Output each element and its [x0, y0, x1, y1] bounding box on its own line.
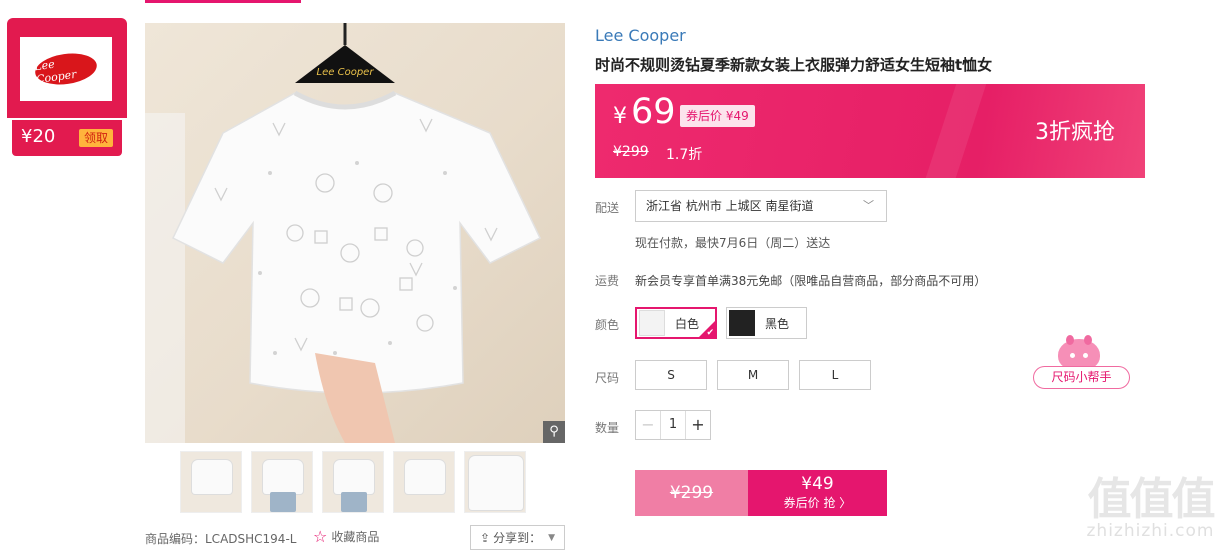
color-option-label: 黑色 — [765, 316, 790, 331]
main-product-image[interactable]: Lee Cooper ⚲ — [145, 23, 565, 443]
currency-symbol: ¥ — [613, 104, 627, 129]
buy-price: ¥49 — [801, 474, 834, 494]
hanger-logo-text: Lee Cooper — [317, 67, 375, 78]
tshirt-illustration: Lee Cooper — [145, 23, 541, 443]
brand-coupon-card[interactable]: Lee Cooper ¥20 领取 — [7, 18, 127, 156]
watermark-logo: 值值值 — [1087, 474, 1216, 525]
brand-link[interactable]: Lee Cooper — [595, 26, 686, 45]
coupon-value: ¥20 — [21, 126, 56, 147]
color-option-black[interactable]: 黑色 — [726, 307, 807, 339]
quantity-stepper: − 1 + — [635, 410, 711, 440]
delivery-label: 配送 — [595, 201, 620, 215]
quantity-decrease-button[interactable]: − — [636, 411, 661, 439]
delivery-estimate: 现在付款，最快7月6日（周二）送达 — [635, 236, 831, 250]
size-helper[interactable]: 尺码小帮手 — [1033, 335, 1130, 390]
favorite-button[interactable]: ☆ 收藏商品 — [313, 528, 379, 545]
lee-cooper-logo-mark: Lee Cooper — [33, 49, 99, 89]
site-watermark: 值值值 zhizhizhi.com — [1078, 474, 1223, 542]
share-icon: ⇪ — [480, 530, 491, 545]
star-icon: ☆ — [313, 526, 328, 546]
chevron-down-icon: ﹀ — [863, 199, 874, 212]
caret-down-icon: ▼ — [548, 532, 555, 543]
buy-original-price: ¥299 — [635, 470, 748, 516]
magnifier-icon[interactable]: ⚲ — [543, 421, 565, 443]
promo-headline: 3折疯抢 — [1035, 120, 1115, 145]
share-dropdown[interactable]: ⇪ 分享到： ▼ — [470, 525, 565, 550]
original-price: ¥299 — [613, 144, 649, 160]
color-option-white[interactable]: 白色 ✔ — [635, 307, 717, 339]
color-swatch-white — [639, 310, 665, 336]
claim-coupon-button[interactable]: 领取 — [79, 129, 113, 147]
watermark-url: zhizhizhi.com — [1086, 521, 1215, 541]
favorite-label: 收藏商品 — [331, 530, 380, 544]
check-icon: ✔ — [706, 328, 714, 338]
share-label: 分享到： — [493, 531, 542, 545]
color-label: 颜色 — [595, 318, 620, 332]
size-option-m[interactable]: M — [717, 360, 789, 390]
thumbnail-2[interactable] — [251, 451, 313, 513]
size-option-l[interactable]: L — [799, 360, 871, 390]
sku-code: 商品编码：LCADSHC194-L — [145, 532, 297, 546]
address-value: 浙江省 杭州市 上城区 南星街道 — [646, 199, 814, 213]
coupon-price-tag: 券后价 ¥49 — [680, 105, 755, 127]
brand-logo: Lee Cooper — [20, 37, 112, 101]
product-title: 时尚不规则烫钻夏季新款女装上衣服弹力舒适女生短袖t恤女 — [595, 56, 993, 74]
freight-info: 新会员专享首单满38元免邮（限唯品自营商品，部分商品不可用） — [635, 274, 987, 288]
freight-label: 运费 — [595, 274, 620, 288]
thumbnail-5[interactable] — [464, 451, 526, 513]
quantity-value[interactable]: 1 — [661, 411, 685, 439]
buy-bar: ¥299 ¥49 券后价 抢 〉 — [635, 470, 887, 516]
tab-active-indicator — [145, 0, 301, 3]
size-option-s[interactable]: S — [635, 360, 707, 390]
thumbnail-3[interactable] — [322, 451, 384, 513]
discount-rate: 1.7折 — [666, 147, 703, 163]
quantity-label: 数量 — [595, 421, 620, 435]
buy-action-label: 券后价 抢 〉 — [783, 496, 852, 510]
color-option-label: 白色 — [675, 316, 700, 331]
current-price: 69 — [631, 92, 676, 132]
product-page: Lee Cooper ¥20 领取 Lee Cooper ⚲ 商品编码：LCAD… — [0, 0, 1231, 558]
quantity-increase-button[interactable]: + — [685, 411, 710, 439]
color-swatch-black — [729, 310, 755, 336]
price-banner: ¥ 69 券后价 ¥49 ¥299 1.7折 3折疯抢 — [595, 84, 1145, 178]
buy-button[interactable]: ¥49 券后价 抢 〉 — [748, 470, 887, 516]
size-helper-button[interactable]: 尺码小帮手 — [1033, 366, 1130, 389]
thumbnail-4[interactable] — [393, 451, 455, 513]
size-label: 尺码 — [595, 371, 620, 385]
thumbnail-1[interactable] — [180, 451, 242, 513]
address-selector[interactable]: 浙江省 杭州市 上城区 南星街道 ﹀ — [635, 190, 887, 222]
thumbnail-strip — [180, 451, 526, 513]
